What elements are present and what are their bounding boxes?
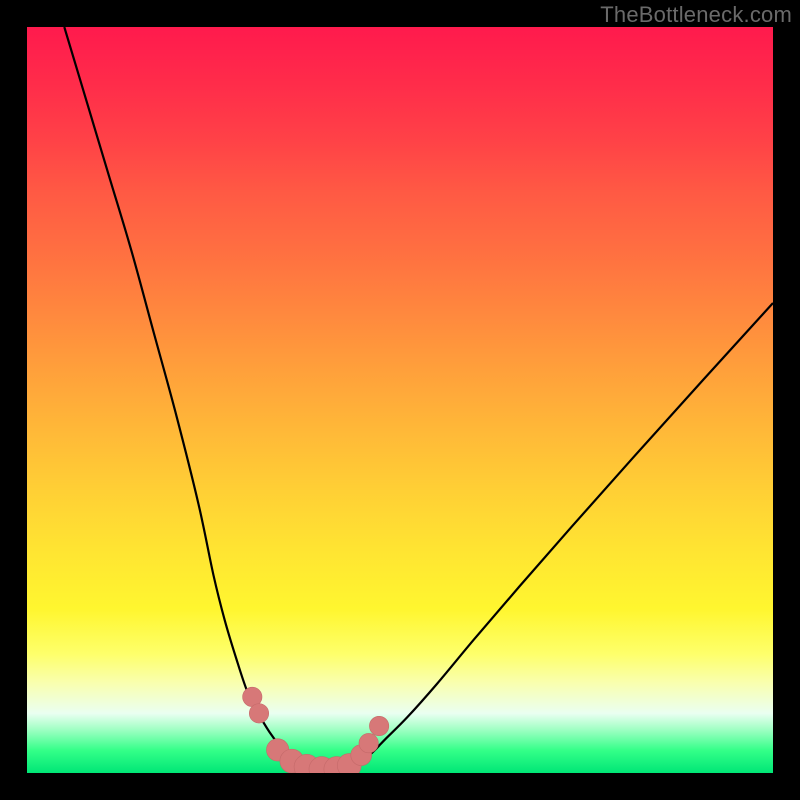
chart-frame: TheBottleneck.com [0, 0, 800, 800]
curve-left-branch [64, 27, 314, 769]
curve-group [64, 27, 773, 772]
marker-group [243, 687, 389, 773]
chart-marker [369, 716, 388, 735]
chart-marker [249, 704, 268, 723]
chart-plot-area [27, 27, 773, 773]
chart-svg [27, 27, 773, 773]
watermark-text: TheBottleneck.com [600, 2, 792, 28]
chart-marker [359, 733, 378, 752]
curve-right-branch [340, 303, 773, 769]
